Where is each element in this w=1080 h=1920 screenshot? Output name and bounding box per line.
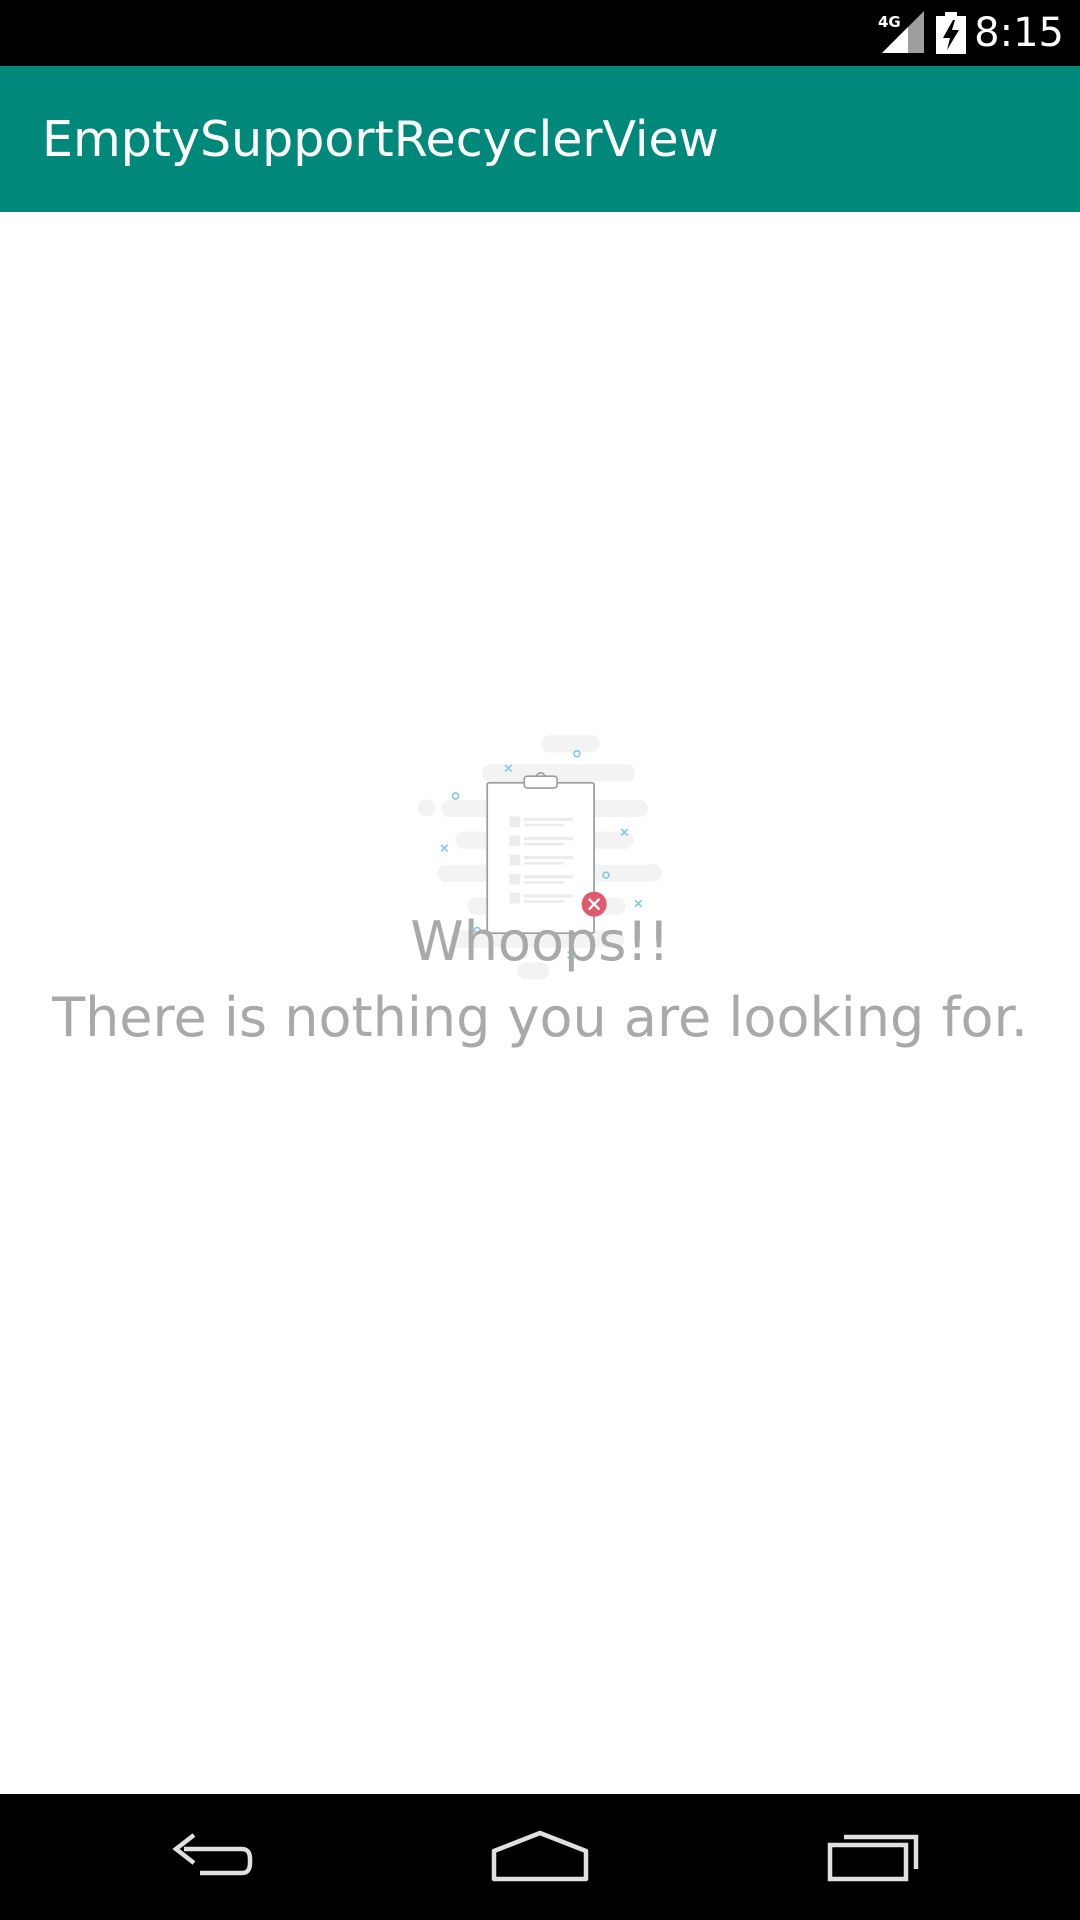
- empty-state-message: There is nothing you are looking for.: [52, 986, 1028, 1049]
- empty-state-title: Whoops!!: [410, 910, 670, 973]
- status-bar: 4G 8:15: [0, 0, 1080, 66]
- signal-icon: 4G: [878, 11, 924, 53]
- status-time: 8:15: [974, 10, 1064, 56]
- app-bar: EmptySupportRecyclerView: [0, 66, 1080, 212]
- navigation-bar: [0, 1794, 1080, 1920]
- home-button[interactable]: [420, 1794, 660, 1920]
- back-button[interactable]: [90, 1794, 330, 1920]
- home-icon: [491, 1830, 589, 1882]
- app-title: EmptySupportRecyclerView: [42, 111, 719, 168]
- recents-icon: [827, 1834, 919, 1882]
- recents-button[interactable]: [752, 1794, 992, 1920]
- battery-charging-icon: [936, 12, 966, 54]
- network-type-label: 4G: [878, 13, 901, 31]
- back-icon: [172, 1833, 253, 1876]
